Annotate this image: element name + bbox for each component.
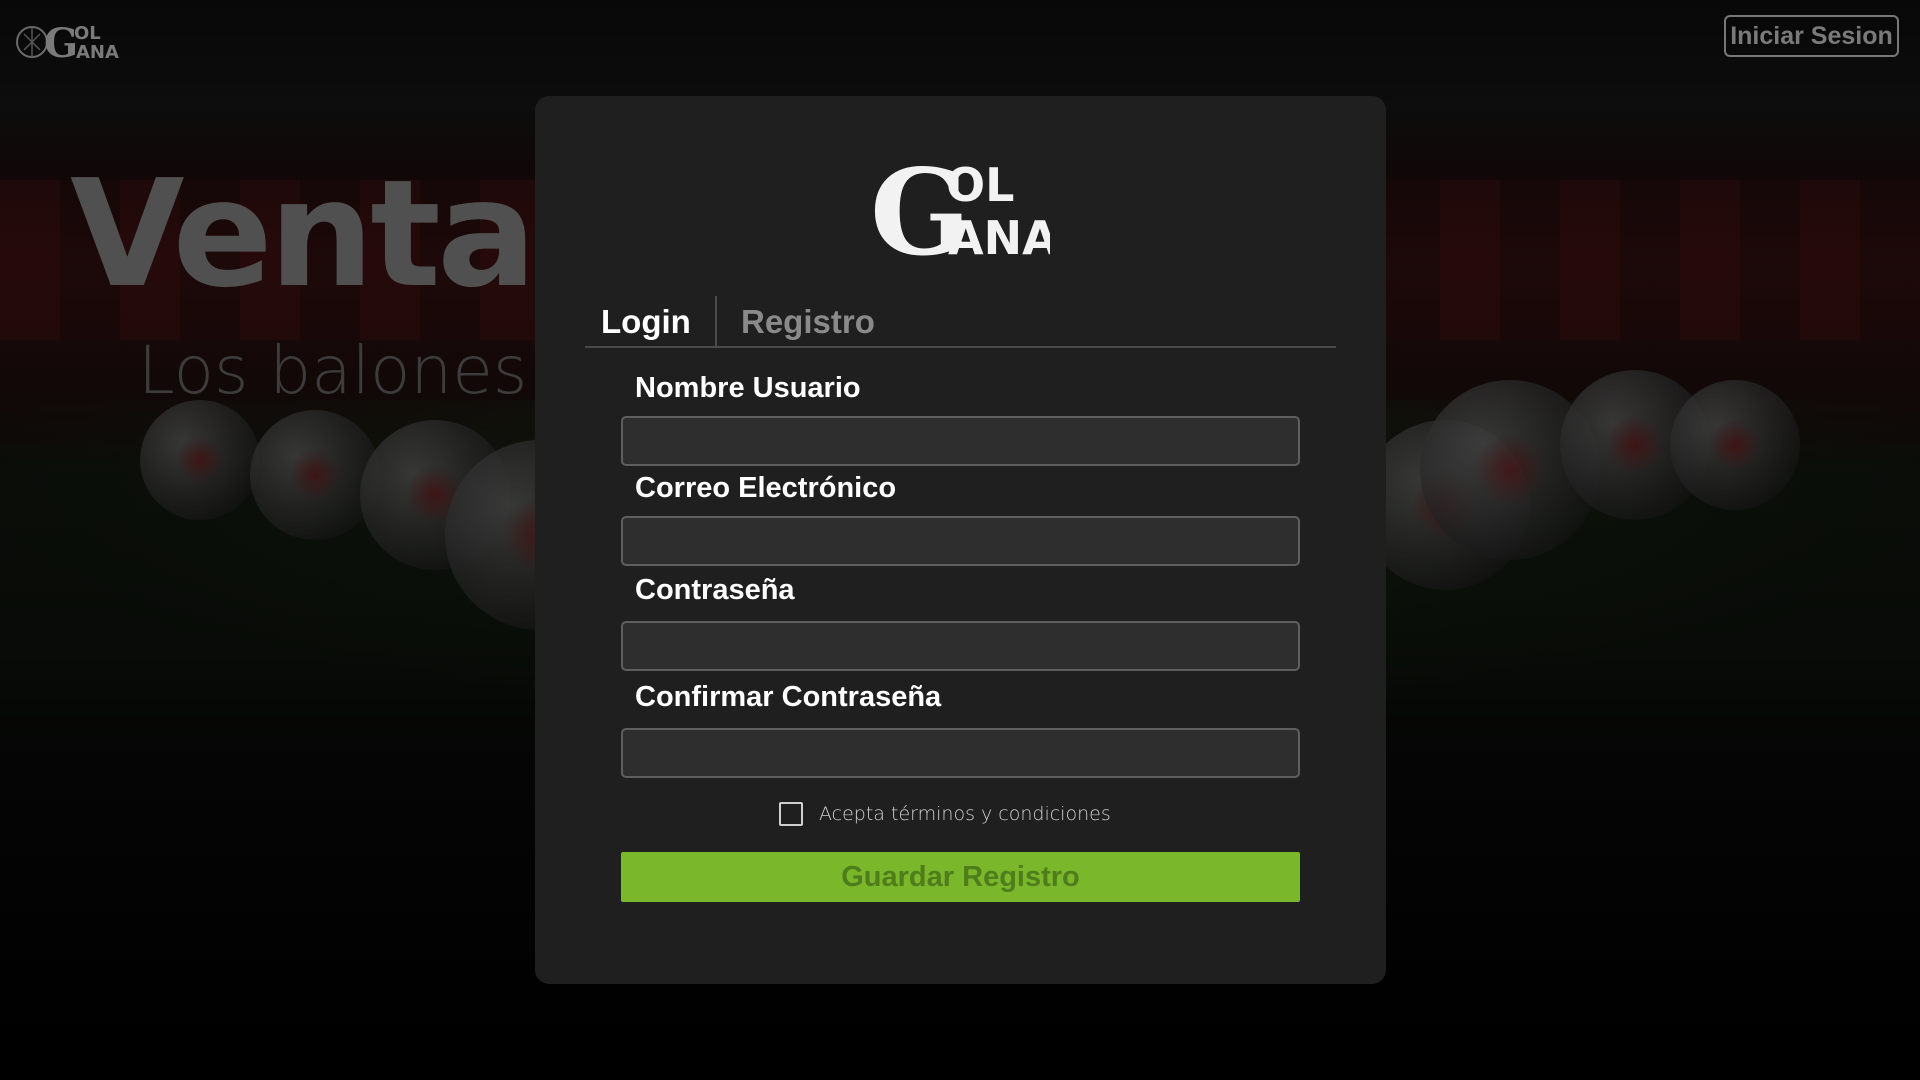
terms-label[interactable]: Acepta términos y condiciones (819, 803, 1111, 825)
terms-checkbox[interactable] (779, 802, 803, 826)
confirm-password-input[interactable] (621, 728, 1300, 778)
iniciar-sesion-button[interactable]: Iniciar Sesion (1724, 15, 1899, 57)
email-label: Correo Electrónico (635, 472, 897, 504)
email-input[interactable] (621, 516, 1300, 566)
hero-title: Venta (70, 148, 537, 320)
password-label: Contraseña (635, 574, 795, 606)
tab-registro[interactable]: Registro (741, 296, 875, 348)
confirm-password-label: Confirmar Contraseña (635, 681, 942, 713)
auth-modal: G OL ANA Login Registro Nombre Usuario C… (535, 96, 1386, 984)
svg-text:ANA: ANA (948, 211, 1050, 265)
terms-row: Acepta términos y condiciones (779, 801, 1111, 827)
auth-tabs: Login Registro (585, 296, 1336, 348)
tab-login[interactable]: Login (601, 296, 727, 348)
guardar-registro-button[interactable]: Guardar Registro (621, 852, 1300, 902)
hero-subtitle: Los balones (138, 332, 528, 409)
password-input[interactable] (621, 621, 1300, 671)
svg-text:OL: OL (74, 23, 101, 44)
username-label: Nombre Usuario (635, 372, 861, 404)
tab-divider (715, 296, 717, 348)
svg-text:OL: OL (946, 158, 1014, 212)
username-input[interactable] (621, 416, 1300, 466)
brand-logo-icon[interactable]: G OL ANA (14, 12, 126, 68)
svg-text:ANA: ANA (76, 42, 119, 63)
brand-logo-icon: G OL ANA (870, 146, 1050, 266)
